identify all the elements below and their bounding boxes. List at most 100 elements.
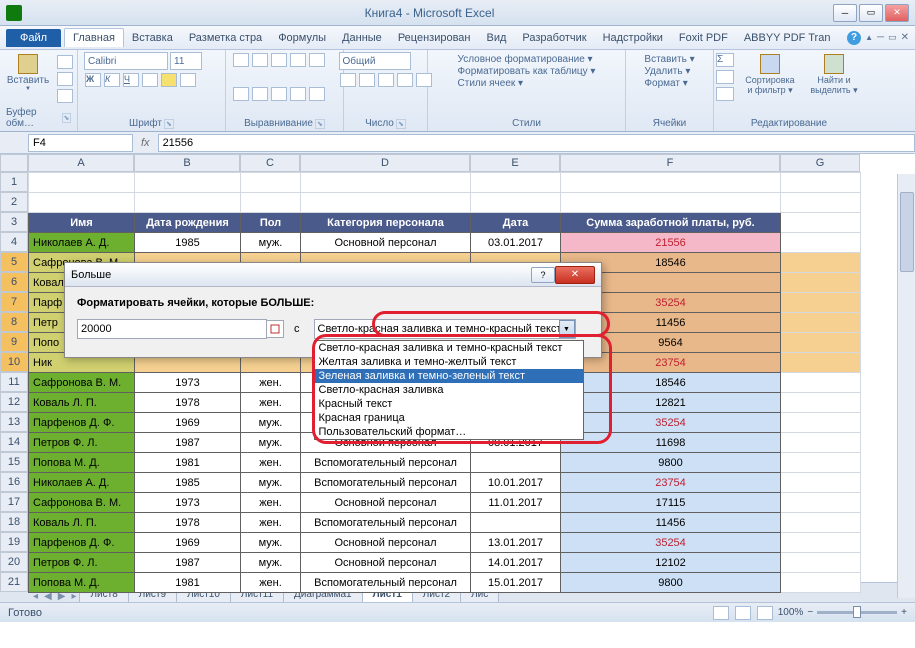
row-header[interactable]: 9 <box>0 332 28 352</box>
format-option[interactable]: Пользовательский формат… <box>315 425 583 439</box>
zoom-in-button[interactable]: + <box>901 607 907 618</box>
tab-данные[interactable]: Данные <box>334 29 390 47</box>
select-all-corner[interactable] <box>0 154 28 172</box>
copy-icon[interactable] <box>57 72 73 86</box>
align-right-icon[interactable] <box>271 87 287 101</box>
cell-styles-button[interactable]: Стили ячеек ▾ <box>458 78 524 89</box>
col-header[interactable]: A <box>28 154 134 172</box>
col-header[interactable]: G <box>780 154 860 172</box>
threshold-input[interactable]: 20000 <box>77 319 267 339</box>
orientation-icon[interactable] <box>290 53 306 67</box>
maximize-button[interactable]: ▭ <box>859 4 883 22</box>
tab-вид[interactable]: Вид <box>479 29 515 47</box>
delete-cells-button[interactable]: Удалить ▾ <box>644 66 690 77</box>
sort-filter-button[interactable]: Сортировка и фильтр ▾ <box>741 52 799 98</box>
wrap-icon[interactable] <box>309 53 325 67</box>
row-header[interactable]: 10 <box>0 352 28 372</box>
row-header[interactable]: 12 <box>0 392 28 412</box>
font-size-combo[interactable]: 11 <box>170 52 202 70</box>
tab-foxit pdf[interactable]: Foxit PDF <box>671 29 736 47</box>
format-option[interactable]: Желтая заливка и темно-желтый текст <box>315 355 583 369</box>
align-top-icon[interactable] <box>233 53 249 67</box>
merge-icon[interactable] <box>309 87 325 101</box>
row-header[interactable]: 13 <box>0 412 28 432</box>
insert-cells-button[interactable]: Вставить ▾ <box>644 54 694 65</box>
find-select-button[interactable]: Найти и выделить ▾ <box>805 52 863 98</box>
inc-dec-icon[interactable] <box>397 73 413 87</box>
format-option[interactable]: Зеленая заливка и темно-зеленый текст <box>315 369 583 383</box>
tab-вставка[interactable]: Вставка <box>124 29 181 47</box>
col-header[interactable]: C <box>240 154 300 172</box>
view-break-icon[interactable] <box>757 606 773 620</box>
formula-input[interactable]: 21556 <box>158 134 915 152</box>
number-format-combo[interactable]: Общий <box>339 52 411 70</box>
format-option[interactable]: Красный текст <box>315 397 583 411</box>
cond-format-button[interactable]: Условное форматирование ▾ <box>458 54 593 65</box>
format-option[interactable]: Красная граница <box>315 411 583 425</box>
currency-icon[interactable] <box>340 73 356 87</box>
format-option[interactable]: Светло-красная заливка <box>315 383 583 397</box>
format-table-button[interactable]: Форматировать как таблицу ▾ <box>458 66 596 77</box>
view-normal-icon[interactable] <box>713 606 729 620</box>
align-center-icon[interactable] <box>252 87 268 101</box>
row-header[interactable]: 20 <box>0 552 28 572</box>
tab-главная[interactable]: Главная <box>64 28 124 47</box>
row-header[interactable]: 11 <box>0 372 28 392</box>
row-header[interactable]: 8 <box>0 312 28 332</box>
format-style-dropdown[interactable]: Светло-красная заливка и темно-красный т… <box>314 340 584 440</box>
indent-dec-icon[interactable] <box>290 87 306 101</box>
view-layout-icon[interactable] <box>735 606 751 620</box>
format-painter-icon[interactable] <box>57 89 73 103</box>
file-tab[interactable]: Файл <box>6 29 61 47</box>
row-header[interactable]: 16 <box>0 472 28 492</box>
tab-разметка стра[interactable]: Разметка стра <box>181 29 270 47</box>
row-header[interactable]: 14 <box>0 432 28 452</box>
col-header[interactable]: E <box>470 154 560 172</box>
paste-button[interactable]: Вставить▼ <box>3 52 53 94</box>
cut-icon[interactable] <box>57 55 73 69</box>
row-header[interactable]: 5 <box>0 252 28 272</box>
autosum-icon[interactable]: Σ <box>716 53 734 67</box>
format-cells-button[interactable]: Формат ▾ <box>644 78 687 89</box>
row-header[interactable]: 6 <box>0 272 28 292</box>
help-icon[interactable]: ? <box>847 31 861 45</box>
col-header[interactable]: B <box>134 154 240 172</box>
col-header[interactable]: D <box>300 154 470 172</box>
row-header[interactable]: 15 <box>0 452 28 472</box>
zoom-slider[interactable] <box>817 611 897 614</box>
fill-icon[interactable] <box>161 73 177 87</box>
fx-icon[interactable]: fx <box>133 137 158 149</box>
row-header[interactable]: 17 <box>0 492 28 512</box>
row-header[interactable]: 21 <box>0 572 28 592</box>
align-bot-icon[interactable] <box>271 53 287 67</box>
align-left-icon[interactable] <box>233 87 249 101</box>
italic-icon[interactable]: К <box>104 73 120 87</box>
font-color-icon[interactable] <box>180 73 196 87</box>
close-button[interactable]: ✕ <box>885 4 909 22</box>
doc-restore-icon[interactable]: ▭ <box>888 32 897 43</box>
format-option[interactable]: Светло-красная заливка и темно-красный т… <box>315 341 583 355</box>
tab-надстройки[interactable]: Надстройки <box>595 29 671 47</box>
row-header[interactable]: 4 <box>0 232 28 252</box>
row-header[interactable]: 18 <box>0 512 28 532</box>
row-header[interactable]: 19 <box>0 532 28 552</box>
underline-icon[interactable]: Ч <box>123 73 139 87</box>
dialog-help-button[interactable]: ? <box>531 267 555 283</box>
tab-рецензирован[interactable]: Рецензирован <box>390 29 479 47</box>
doc-minimize-icon[interactable]: ─ <box>877 32 884 43</box>
vertical-scrollbar[interactable] <box>897 174 915 598</box>
comma-icon[interactable] <box>378 73 394 87</box>
format-style-combo[interactable]: Светло-красная заливка и темно-красный т… <box>314 319 576 339</box>
doc-close-icon[interactable]: ✕ <box>901 32 909 43</box>
font-name-combo[interactable]: Calibri <box>84 52 168 70</box>
tab-разработчик[interactable]: Разработчик <box>514 29 594 47</box>
tab-abbyy pdf tran[interactable]: ABBYY PDF Tran <box>736 29 839 47</box>
border-icon[interactable] <box>142 73 158 87</box>
bold-icon[interactable]: Ж <box>85 73 101 87</box>
col-header[interactable]: F <box>560 154 780 172</box>
chevron-down-icon[interactable]: ▼ <box>559 320 575 338</box>
ribbon-minimize-icon[interactable]: ▲ <box>865 33 873 42</box>
zoom-out-button[interactable]: − <box>807 607 813 618</box>
align-mid-icon[interactable] <box>252 53 268 67</box>
range-picker-icon[interactable] <box>266 320 284 338</box>
